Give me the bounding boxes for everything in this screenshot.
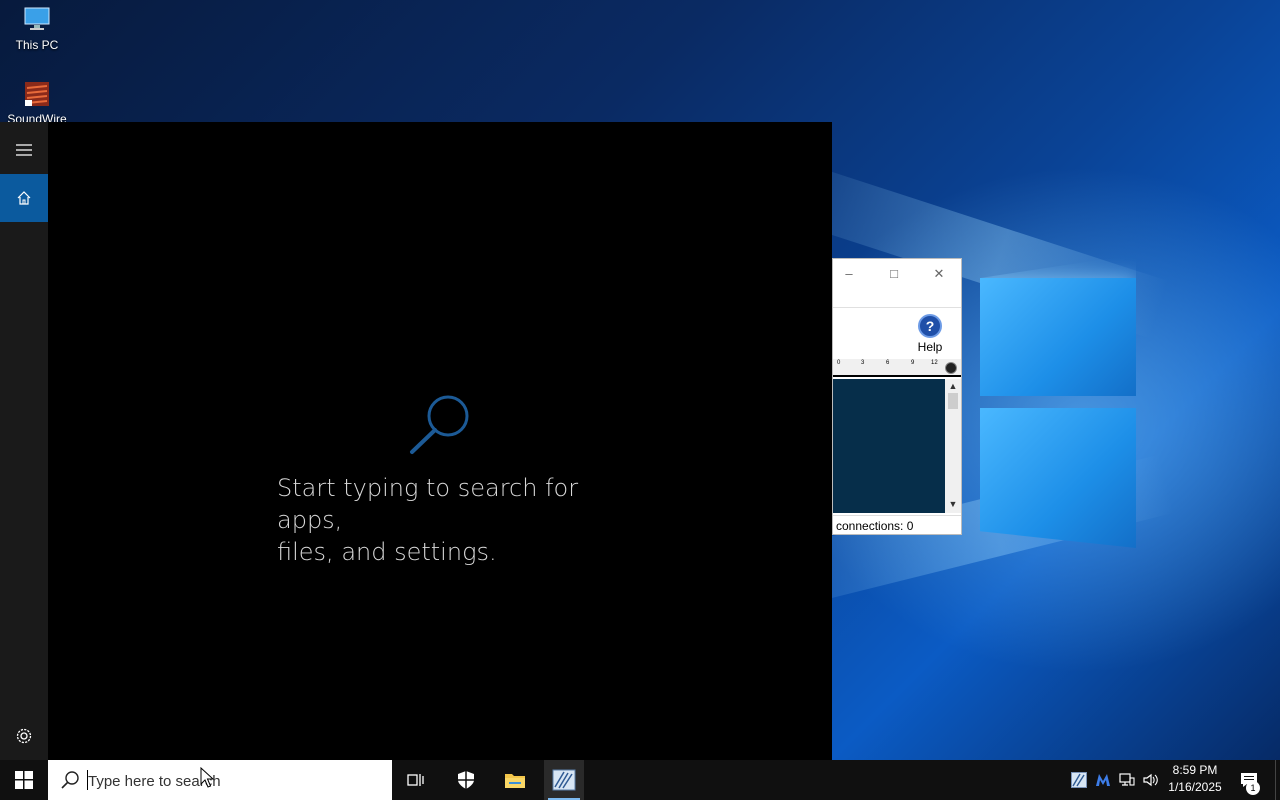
windows-logo-pane (980, 408, 1136, 548)
show-desktop-button[interactable] (1275, 760, 1280, 800)
scroll-up-icon[interactable]: ▲ (945, 379, 961, 393)
maximize-button[interactable]: □ (884, 265, 904, 283)
file-explorer-icon[interactable] (495, 760, 535, 800)
window-toolbar: ? Help (833, 307, 961, 360)
task-view-icon[interactable] (396, 760, 436, 800)
meter-tick: 9 (911, 360, 915, 366)
malwarebytes-icon[interactable] (1092, 760, 1114, 800)
windows-logo-pane (980, 278, 1136, 396)
home-icon[interactable] (0, 174, 48, 222)
clock-time: 8:59 PM (1172, 763, 1218, 777)
level-meter: 0 3 6 9 12 (833, 359, 961, 377)
search-panel: Start typing to search for apps, files, … (0, 122, 832, 760)
search-illustration-icon (408, 394, 474, 461)
search-icon (61, 771, 79, 789)
meter-tick: 12 (931, 360, 938, 366)
help-icon: ? (918, 314, 942, 338)
status-bar-text: connections: 0 (833, 515, 961, 535)
close-button[interactable]: ✕ (929, 265, 949, 283)
soundwire-tray-icon[interactable] (1068, 760, 1090, 800)
search-hint-line: files, and settings. (277, 538, 497, 566)
windows-security-icon[interactable] (446, 760, 486, 800)
search-input[interactable] (86, 768, 380, 794)
start-button[interactable] (0, 760, 48, 800)
windows-start-icon (15, 771, 33, 789)
log-area (833, 379, 945, 513)
meter-tick: 0 (837, 360, 841, 366)
clock-date: 1/16/2025 (1168, 780, 1222, 794)
help-button[interactable]: ? Help (913, 314, 947, 354)
volume-icon[interactable] (1140, 760, 1162, 800)
settings-icon[interactable] (0, 712, 48, 760)
soundwire-server-window[interactable]: – □ ✕ ? Help 0 3 6 9 12 ▲ ▼ connections:… (832, 258, 962, 535)
taskbar: 8:59 PM 1/16/2025 1 (0, 760, 1280, 800)
meter-tick: 6 (886, 360, 890, 366)
scroll-down-icon[interactable]: ▼ (945, 497, 961, 511)
desktop-icon-label: This PC (15, 38, 59, 52)
notification-count-badge: 1 (1246, 781, 1260, 795)
network-icon[interactable] (1116, 760, 1138, 800)
scroll-thumb[interactable] (948, 393, 958, 409)
help-label: Help (917, 340, 943, 354)
menu-icon[interactable] (0, 126, 48, 174)
start-rail (0, 122, 48, 760)
computer-icon (21, 6, 53, 34)
taskbar-search-box[interactable] (48, 760, 392, 800)
soundwire-app-icon (21, 80, 53, 108)
meter-tick: 3 (861, 360, 865, 366)
mouse-cursor-icon (200, 767, 214, 788)
soundwire-taskbar-icon[interactable] (544, 760, 584, 800)
desktop-icon-soundwire[interactable]: SoundWire (0, 80, 74, 126)
window-titlebar[interactable]: – □ ✕ (833, 259, 961, 289)
search-hint-line: Start typing to search for apps, (277, 474, 579, 534)
vertical-scrollbar[interactable]: ▲ ▼ (945, 379, 961, 513)
desktop-icon-this-pc[interactable]: This PC (0, 6, 74, 52)
taskbar-clock[interactable]: 8:59 PM 1/16/2025 (1164, 762, 1226, 796)
minimize-button[interactable]: – (839, 265, 859, 283)
meter-indicator[interactable] (945, 362, 957, 374)
search-hint-text: Start typing to search for apps, files, … (277, 472, 637, 568)
text-caret (87, 770, 88, 790)
